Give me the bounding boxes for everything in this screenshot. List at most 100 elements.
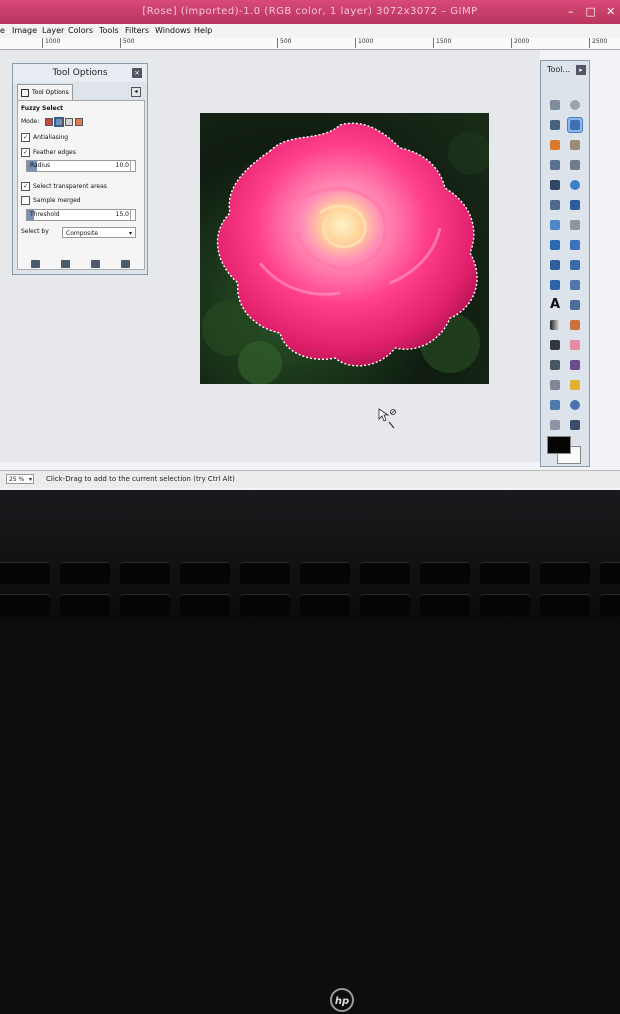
menu-windows[interactable]: Windows: [155, 24, 191, 38]
title-bar: [Rose] (imported)-1.0 (RGB color, 1 laye…: [0, 0, 620, 24]
mode-label: Mode:: [21, 118, 40, 125]
status-message: Click-Drag to add to the current selecti…: [46, 475, 235, 483]
dialog-title: Tool Options: [52, 68, 108, 78]
select-transparent-option[interactable]: ✓ Select transparent areas: [21, 182, 107, 191]
text-tool-icon[interactable]: A: [548, 297, 562, 312]
keyboard-key: [60, 594, 110, 616]
align-tool-icon[interactable]: [548, 218, 562, 232]
select-by-label: Select by: [21, 228, 49, 235]
blur-sharpen-tool-icon[interactable]: [568, 418, 582, 432]
perspective-clone-tool-icon[interactable]: [568, 378, 582, 392]
ruler-label: 500: [277, 38, 291, 48]
select-by-value: Composite: [66, 230, 99, 237]
menu-file[interactable]: e: [0, 24, 5, 38]
threshold-slider[interactable]: Threshold 15.0: [26, 209, 136, 221]
rotate-tool-icon[interactable]: [548, 238, 562, 252]
flip-tool-icon[interactable]: [548, 278, 562, 292]
close-button[interactable]: ✕: [600, 0, 620, 24]
keyboard-key: [240, 594, 290, 616]
select-by-dropdown[interactable]: Composite ▾: [62, 227, 136, 238]
shear-tool-icon[interactable]: [548, 258, 562, 272]
keyboard-key: [300, 594, 350, 616]
bucket-fill-tool-icon[interactable]: [548, 418, 562, 432]
ruler-label: 1500: [433, 38, 451, 48]
heal-tool-icon[interactable]: [568, 298, 582, 312]
sample-merged-option[interactable]: Sample merged: [21, 196, 81, 205]
mode-replace-icon[interactable]: [45, 118, 53, 126]
free-select-tool-icon[interactable]: [548, 118, 562, 132]
radius-spinner[interactable]: [130, 161, 135, 171]
reset-icon[interactable]: [121, 260, 130, 268]
minimize-button[interactable]: –: [560, 0, 582, 24]
close-icon[interactable]: ▸: [576, 65, 586, 75]
keyboard-key: [300, 562, 350, 584]
mode-add-icon[interactable]: [55, 118, 63, 126]
smudge-tool-icon[interactable]: [548, 398, 562, 412]
crop-tool-icon[interactable]: [568, 218, 582, 232]
ellipse-select-tool-icon[interactable]: [568, 98, 582, 112]
mode-row: Mode:: [21, 118, 83, 126]
color-picker-tool-icon[interactable]: [548, 178, 562, 192]
keyboard-key: [180, 594, 230, 616]
paintbrush-tool-icon[interactable]: [548, 338, 562, 352]
select-transparent-checkbox[interactable]: ✓: [21, 182, 30, 191]
move-tool-icon[interactable]: [568, 198, 582, 212]
threshold-label: Threshold: [30, 211, 60, 218]
cage-tool-icon[interactable]: [568, 278, 582, 292]
close-icon[interactable]: ×: [132, 68, 142, 78]
tab-menu-icon[interactable]: ◂: [131, 87, 141, 97]
antialiasing-checkbox[interactable]: ✓: [21, 133, 30, 142]
menu-tools[interactable]: Tools: [99, 24, 119, 38]
rose-image[interactable]: [200, 113, 489, 384]
menu-image[interactable]: Image: [12, 24, 37, 38]
maximize-button[interactable]: □: [580, 0, 602, 24]
clone-tool-icon[interactable]: [548, 378, 562, 392]
restore-preset-icon[interactable]: [61, 260, 70, 268]
toolbox-title-bar[interactable]: Tool... ▸: [541, 61, 589, 79]
ruler-label: 1000: [355, 38, 373, 48]
keyboard-key: [600, 562, 620, 584]
save-preset-icon[interactable]: [31, 260, 40, 268]
keyboard-key: [0, 562, 50, 584]
tab-tool-options[interactable]: Tool Options: [17, 84, 73, 100]
scale-tool-icon[interactable]: [568, 238, 582, 252]
dodge-burn-tool-icon[interactable]: [568, 398, 582, 412]
foreground-select-tool-icon[interactable]: [548, 158, 562, 172]
sample-merged-checkbox[interactable]: [21, 196, 30, 205]
menu-colors[interactable]: Colors: [68, 24, 93, 38]
keyboard-key: [600, 594, 620, 616]
eraser-tool-icon[interactable]: [568, 338, 582, 352]
measure-tool-icon[interactable]: [548, 198, 562, 212]
perspective-tool-icon[interactable]: [568, 258, 582, 272]
airbrush-tool-icon[interactable]: [548, 358, 562, 372]
mode-intersect-icon[interactable]: [75, 118, 83, 126]
tab-bar: Tool Options ◂: [17, 84, 143, 100]
radius-slider[interactable]: Radius 10.0: [26, 160, 136, 172]
threshold-spinner[interactable]: [130, 210, 135, 220]
dialog-button-row: [17, 260, 143, 270]
select-by-color-tool-icon[interactable]: [548, 138, 562, 152]
menu-help[interactable]: Help: [194, 24, 212, 38]
keyboard-key: [120, 562, 170, 584]
fuzzy-select-tool-icon[interactable]: [568, 118, 582, 132]
paths-tool-icon[interactable]: [568, 158, 582, 172]
feather-edges-checkbox[interactable]: ✓: [21, 148, 30, 157]
pencil-tool-icon[interactable]: [568, 318, 582, 332]
rose-drawing: [202, 122, 489, 384]
mode-subtract-icon[interactable]: [65, 118, 73, 126]
zoom-dropdown[interactable]: 25 % ▾: [6, 474, 34, 484]
feather-edges-option[interactable]: ✓ Feather edges: [21, 148, 76, 157]
delete-preset-icon[interactable]: [91, 260, 100, 268]
zoom-tool-icon[interactable]: [568, 178, 582, 192]
menu-layer[interactable]: Layer: [42, 24, 64, 38]
antialiasing-option[interactable]: ✓ Antialiasing: [21, 133, 68, 142]
horizontal-ruler[interactable]: 1000 500 500 1000 1500 2000 2500: [0, 38, 620, 50]
scissors-tool-icon[interactable]: [568, 138, 582, 152]
ink-tool-icon[interactable]: [568, 358, 582, 372]
rect-select-tool-icon[interactable]: [548, 98, 562, 112]
blend-tool-icon[interactable]: [548, 318, 562, 332]
dialog-title-bar[interactable]: Tool Options ×: [13, 64, 147, 82]
sample-merged-label: Sample merged: [33, 197, 81, 204]
laptop-bezel: hp: [0, 490, 620, 1012]
menu-filters[interactable]: Filters: [125, 24, 149, 38]
